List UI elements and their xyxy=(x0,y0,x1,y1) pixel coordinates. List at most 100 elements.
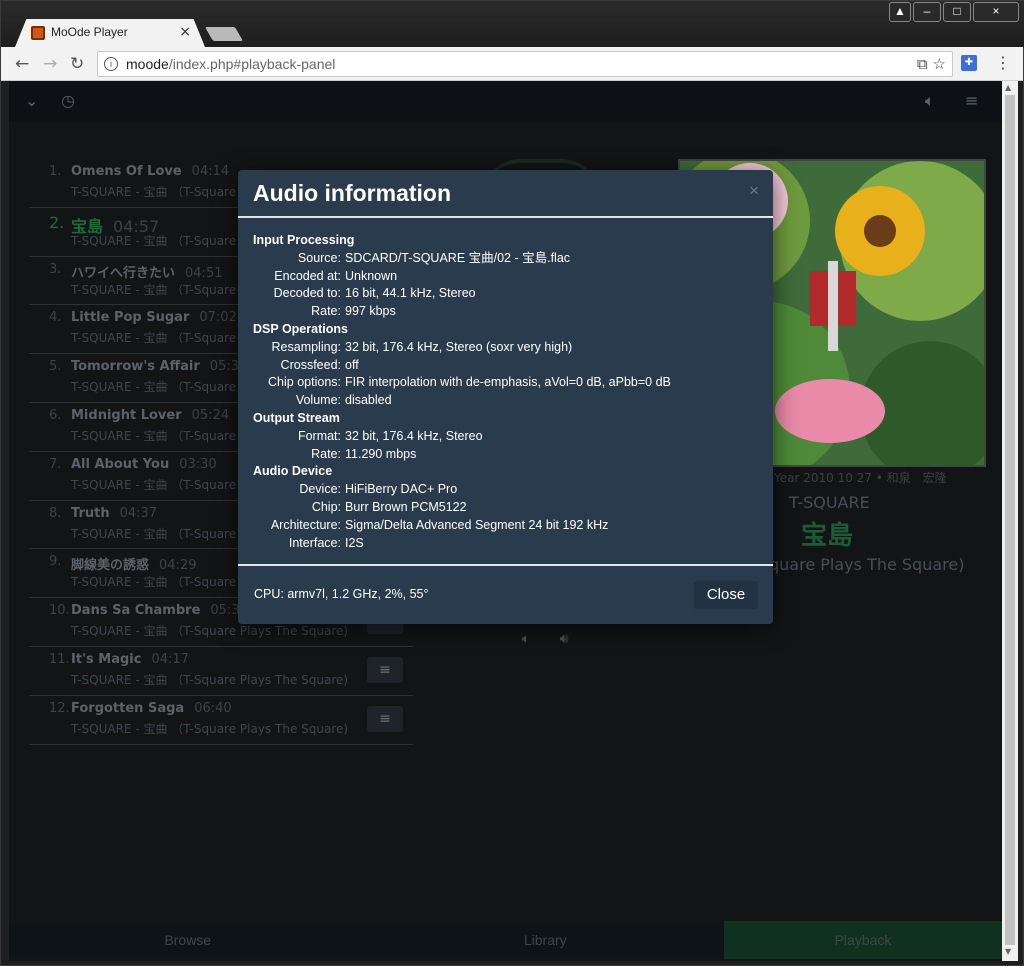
now-playing-artist[interactable]: T-SQUARE xyxy=(789,493,870,512)
info-label: Interface: xyxy=(288,535,341,550)
now-playing-album[interactable]: quare Plays The Square) xyxy=(769,555,964,574)
site-info-icon[interactable]: i xyxy=(104,57,118,71)
footer-tabs: Browse Library Playback xyxy=(9,921,1002,959)
track-title: 脚線美の誘惑 04:29 xyxy=(71,554,196,573)
info-row: Chip options: FIR interpolation with de-e… xyxy=(253,374,758,392)
track-artist: T-SQUARE - 宝曲 （T-Square Pl xyxy=(71,185,251,199)
new-tab-button[interactable] xyxy=(204,27,244,41)
extension-puzzle-icon[interactable]: ✚ xyxy=(961,55,977,71)
browser-toolbar: ← → ↻ i moode/index.php#playback-panel ⧉… xyxy=(1,47,1023,81)
track-title: Forgotten Saga 06:40 xyxy=(71,701,232,716)
info-label: Rate: xyxy=(311,304,341,319)
section-heading: Output Stream xyxy=(253,410,340,425)
track-artist: T-SQUARE - 宝曲 （T-Square Pl xyxy=(71,575,251,590)
volume-up-icon[interactable]: 🔊︎ xyxy=(552,631,576,653)
modal-close-icon[interactable]: × xyxy=(749,181,759,201)
track-number: 11. xyxy=(49,651,70,667)
track-artist: T-SQUARE - 宝曲 （T-Square Pl xyxy=(71,233,251,248)
minimize-button[interactable]: – xyxy=(913,2,941,22)
track-title-text: 脚線美の誘惑 xyxy=(71,558,150,574)
tab-playback[interactable]: Playback xyxy=(724,921,1002,959)
info-value: 997 kbps xyxy=(345,304,396,319)
scroll-up-icon[interactable]: ▲ xyxy=(1005,83,1011,92)
hamburger-menu-icon[interactable]: ≡ xyxy=(965,91,978,110)
volume-icon[interactable]: 🔈︎ xyxy=(925,91,935,111)
info-row: Encoded at: Unknown xyxy=(253,268,758,286)
browser-tab[interactable]: MoOde Player × xyxy=(15,19,205,47)
info-label: Source: xyxy=(297,250,341,265)
info-label: Encoded at: xyxy=(274,268,341,283)
maximize-button[interactable]: □ xyxy=(943,2,971,22)
volume-buttons: 🔈︎ 🔊︎ xyxy=(514,631,576,653)
track-number: 5. xyxy=(49,359,62,375)
tab-library[interactable]: Library xyxy=(367,921,725,959)
volume-down-icon[interactable]: 🔈︎ xyxy=(514,631,538,653)
track-duration: 03:30 xyxy=(179,456,217,472)
info-row: Format: 32 bit, 176.4 kHz, Stereo xyxy=(253,428,758,446)
tab-title: MoOde Player xyxy=(51,25,128,39)
playlist-item[interactable]: 12. Forgotten Saga 06:40 T-SQUARE - 宝曲 （T-S… xyxy=(29,696,413,745)
info-row: Crossfeed: off xyxy=(253,357,758,375)
bookmark-star-icon[interactable]: ☆ xyxy=(933,55,946,73)
address-bar[interactable]: i moode/index.php#playback-panel ⧉ ☆ xyxy=(97,51,953,77)
scroll-down-icon[interactable]: ▼ xyxy=(1005,947,1011,956)
info-value: HiFiBerry DAC+ Pro xyxy=(345,482,458,497)
track-duration: 04:51 xyxy=(185,265,223,281)
track-title: Omens Of Love 04:14 xyxy=(71,164,229,179)
info-row: Chip: Burr Brown PCM5122 xyxy=(253,499,758,517)
track-duration: 04:37 xyxy=(119,505,158,521)
tab-browse[interactable]: Browse xyxy=(9,921,367,959)
scroll-thumb[interactable] xyxy=(1005,95,1015,945)
info-value: SDCARD/T-SQUARE 宝曲/02 - 宝島.flac xyxy=(345,250,571,265)
playlist-item[interactable]: 11. It's Magic 04:17 T-SQUARE - 宝曲 （T-Squar… xyxy=(29,647,413,696)
reload-icon[interactable]: ↻ xyxy=(70,54,84,74)
info-value: Burr Brown PCM5122 xyxy=(345,499,467,514)
track-menu-icon[interactable]: ≡ xyxy=(367,656,403,683)
back-arrow-icon[interactable]: ← xyxy=(15,54,29,74)
info-row: Rate: 997 kbps xyxy=(253,303,758,321)
page-scrollbar[interactable]: ▲ ▼ xyxy=(1002,81,1018,961)
track-title-text: Omens Of Love xyxy=(71,164,182,179)
info-label: Architecture: xyxy=(270,517,341,532)
omnibox-actions: ⧉ ☆ xyxy=(917,55,946,73)
url-text[interactable]: moode/index.php#playback-panel xyxy=(126,56,335,72)
track-number: 10. xyxy=(49,603,70,619)
translate-icon[interactable]: ⧉ xyxy=(917,55,928,73)
track-artist: T-SQUARE - 宝曲 （T-Square Pl xyxy=(71,526,251,541)
track-title-text: Midnight Lover xyxy=(71,407,182,423)
track-title: ハワイへ行きたい 04:51 xyxy=(71,262,222,281)
browser-menu-icon[interactable]: ⋮ xyxy=(995,53,1011,72)
track-duration: 04:17 xyxy=(151,651,189,667)
track-duration: 05:24 xyxy=(191,407,230,423)
modal-divider-bottom xyxy=(238,564,773,566)
track-number: 9. xyxy=(49,554,62,570)
info-label: Volume: xyxy=(295,393,341,408)
clock-icon[interactable]: ◷ xyxy=(61,91,75,110)
close-button[interactable]: Close xyxy=(694,581,758,609)
chevron-down-icon[interactable]: ⌄ xyxy=(25,91,38,110)
track-number: 8. xyxy=(49,505,62,521)
track-menu-icon[interactable]: ≡ xyxy=(367,705,403,732)
track-number: 7. xyxy=(49,456,62,472)
page-header: ⌄ ◷ 🔈︎ ≡ xyxy=(9,81,1002,121)
info-value: Unknown xyxy=(345,268,398,283)
track-artist: T-SQUARE - 宝曲 （T-Square Plays The Square… xyxy=(71,624,349,639)
info-row: Architecture: Sigma/Delta Advanced Segmen… xyxy=(253,517,758,535)
track-duration: 07:02 xyxy=(199,310,237,326)
user-profile-button[interactable]: ▲ xyxy=(889,2,911,22)
track-title: Midnight Lover 05:24 xyxy=(71,408,229,423)
track-title: Truth 04:37 xyxy=(71,506,157,521)
info-row: Volume: disabled xyxy=(253,392,758,410)
info-row: Interface: I2S xyxy=(253,535,758,553)
track-title-text: Little Pop Sugar xyxy=(71,310,190,326)
forward-arrow-icon[interactable]: → xyxy=(43,54,57,74)
track-artist: T-SQUARE - 宝曲 （T-Square Pl xyxy=(71,282,251,297)
close-window-button[interactable]: × xyxy=(973,2,1019,22)
info-row: Decoded to: 16 bit, 44.1 kHz, Stereo xyxy=(253,285,758,303)
track-artist: T-SQUARE - 宝曲 （T-Square Pl xyxy=(71,331,251,346)
track-artist: T-SQUARE - 宝曲 （T-Square Pl xyxy=(71,428,251,443)
track-number: 1. xyxy=(49,164,62,179)
tab-close-icon[interactable]: × xyxy=(179,24,191,40)
info-row: Rate: 11.290 mbps xyxy=(253,446,758,464)
track-title-text: ハワイへ行きたい xyxy=(71,265,176,281)
